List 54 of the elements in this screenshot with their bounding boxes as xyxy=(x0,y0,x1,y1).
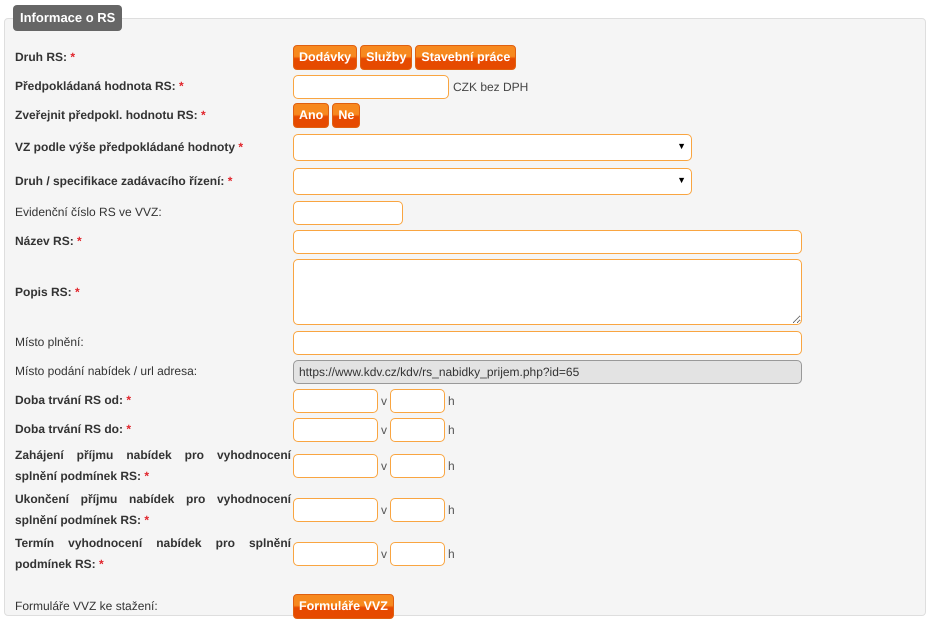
field-label: Druh / specifikace zadávacího řízení: * xyxy=(15,172,234,190)
field-label: Ukončení příjmu nabídek pro vyhodnocení splnění podmínek RS: * xyxy=(15,491,292,529)
field-label: Zahájení příjmu nabídek pro vyhodnocení splnění podmínek RS: * xyxy=(15,447,292,485)
separator-label: v xyxy=(381,458,387,475)
time-field[interactable] xyxy=(390,388,445,412)
field-label: Evidenční číslo RS ve VVZ: xyxy=(15,204,163,221)
date-field[interactable] xyxy=(293,542,378,566)
time-field[interactable] xyxy=(390,498,445,522)
url-field: https://www.kdv.cz/kdv/rs_nabidky_prijem.php?id=65 xyxy=(293,360,802,384)
time-field[interactable] xyxy=(390,542,445,566)
field-label: Doba trvání RS do: * xyxy=(15,421,132,438)
field-label: Formuláře VVZ ke stažení: xyxy=(15,598,159,615)
text-field[interactable] xyxy=(293,330,802,354)
option-button[interactable]: Stavební práce xyxy=(415,45,516,70)
field-label: VZ podle výše předpokládané hodnoty * xyxy=(15,138,244,156)
option-button[interactable]: Služby xyxy=(360,45,412,70)
text-area[interactable] xyxy=(293,259,802,325)
field-label: Zveřejnit předpokl. hodnotu RS: * xyxy=(15,107,207,124)
field-label: Název RS: * xyxy=(15,233,83,250)
unit-label: h xyxy=(448,392,455,410)
separator-label: v xyxy=(381,502,387,519)
section-title: Informace o RS xyxy=(13,5,122,31)
date-field[interactable] xyxy=(293,454,378,478)
unit-label: CZK bez DPH xyxy=(453,78,528,96)
text-field[interactable] xyxy=(293,74,449,98)
text-field[interactable] xyxy=(293,200,403,224)
option-button[interactable]: Dodávky xyxy=(293,45,358,70)
dropdown-arrow-icon: ▼ xyxy=(677,140,686,154)
select-field[interactable]: ▼ xyxy=(293,134,692,160)
unit-label: h xyxy=(448,458,455,475)
date-field[interactable] xyxy=(293,388,378,412)
field-label: Místo podání nabídek / url adresa: xyxy=(15,363,198,380)
option-button[interactable]: Formuláře VVZ xyxy=(293,594,394,619)
time-field[interactable] xyxy=(390,418,445,442)
dropdown-arrow-icon: ▼ xyxy=(677,174,686,188)
unit-label: h xyxy=(448,502,455,519)
time-field[interactable] xyxy=(390,454,445,478)
separator-label: v xyxy=(381,546,387,563)
field-label: Doba trvání RS od: * xyxy=(15,392,132,409)
field-label: Popis RS: * xyxy=(15,284,81,300)
text-field[interactable] xyxy=(293,230,802,254)
separator-label: v xyxy=(381,422,387,438)
option-button[interactable]: Ne xyxy=(332,103,360,128)
field-label: Předpokládaná hodnota RS: * xyxy=(15,78,185,95)
select-field[interactable]: ▼ xyxy=(293,168,692,194)
field-label: Termín vyhodnocení nabídek pro splnění podmínek RS: * xyxy=(15,535,292,573)
option-button[interactable]: Ano xyxy=(293,103,330,128)
unit-label: h xyxy=(448,422,455,438)
separator-label: v xyxy=(381,392,387,410)
field-label: Místo plnění: xyxy=(15,334,85,351)
unit-label: h xyxy=(448,546,455,563)
date-field[interactable] xyxy=(293,498,378,522)
field-label: Druh RS: * xyxy=(15,49,76,66)
date-field[interactable] xyxy=(293,418,378,442)
